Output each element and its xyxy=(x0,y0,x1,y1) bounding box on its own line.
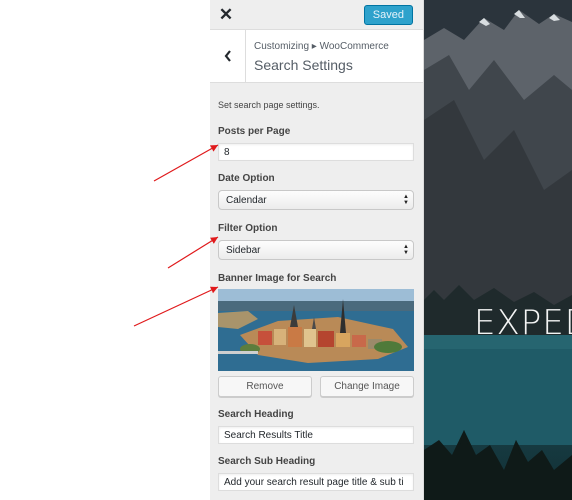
section-description: Set search page settings. xyxy=(218,100,320,110)
select-arrows-icon: ▲ ▼ xyxy=(403,244,409,256)
annotation-arrow-posts xyxy=(153,144,219,182)
filter-option-value: Sidebar xyxy=(226,245,261,256)
back-button[interactable] xyxy=(210,30,246,82)
customizer-topbar: ✕ Saved xyxy=(210,0,423,30)
search-sub-heading-label: Search Sub Heading xyxy=(218,456,316,467)
site-preview: EXPED xyxy=(424,0,572,500)
annotation-arrow-banner xyxy=(133,286,219,327)
posts-per-page-label: Posts per Page xyxy=(218,126,291,137)
filter-option-label: Filter Option xyxy=(218,223,278,234)
section-header: Customizing ▸ WooCommerce Search Setting… xyxy=(210,30,423,83)
chevron-left-icon xyxy=(224,50,231,62)
select-arrows-icon: ▲ ▼ xyxy=(403,194,409,206)
search-heading-input[interactable]: Search Results Title xyxy=(218,426,414,444)
saved-button[interactable]: Saved xyxy=(363,5,413,25)
city-photo xyxy=(218,289,414,371)
breadcrumb: Customizing ▸ WooCommerce xyxy=(254,41,389,52)
banner-image-thumbnail xyxy=(218,289,414,371)
search-sub-heading-input[interactable]: Add your search result page title & sub … xyxy=(218,473,414,491)
hero-heading: EXPED xyxy=(474,303,572,343)
date-option-select[interactable]: Calendar ▲ ▼ xyxy=(218,190,414,210)
remove-image-button[interactable]: Remove xyxy=(218,376,312,397)
mountain-lake-background xyxy=(424,0,572,500)
banner-image-label: Banner Image for Search xyxy=(218,273,337,284)
date-option-value: Calendar xyxy=(226,195,267,206)
posts-per-page-input[interactable]: 8 xyxy=(218,143,414,161)
filter-option-select[interactable]: Sidebar ▲ ▼ xyxy=(218,240,414,260)
customizer-panel: ✕ Saved Customizing ▸ WooCommerce Search… xyxy=(210,0,424,500)
close-icon[interactable]: ✕ xyxy=(210,0,242,30)
page-title: Search Settings xyxy=(254,57,353,73)
date-option-label: Date Option xyxy=(218,173,275,184)
search-heading-label: Search Heading xyxy=(218,409,294,420)
change-image-button[interactable]: Change Image xyxy=(320,376,414,397)
